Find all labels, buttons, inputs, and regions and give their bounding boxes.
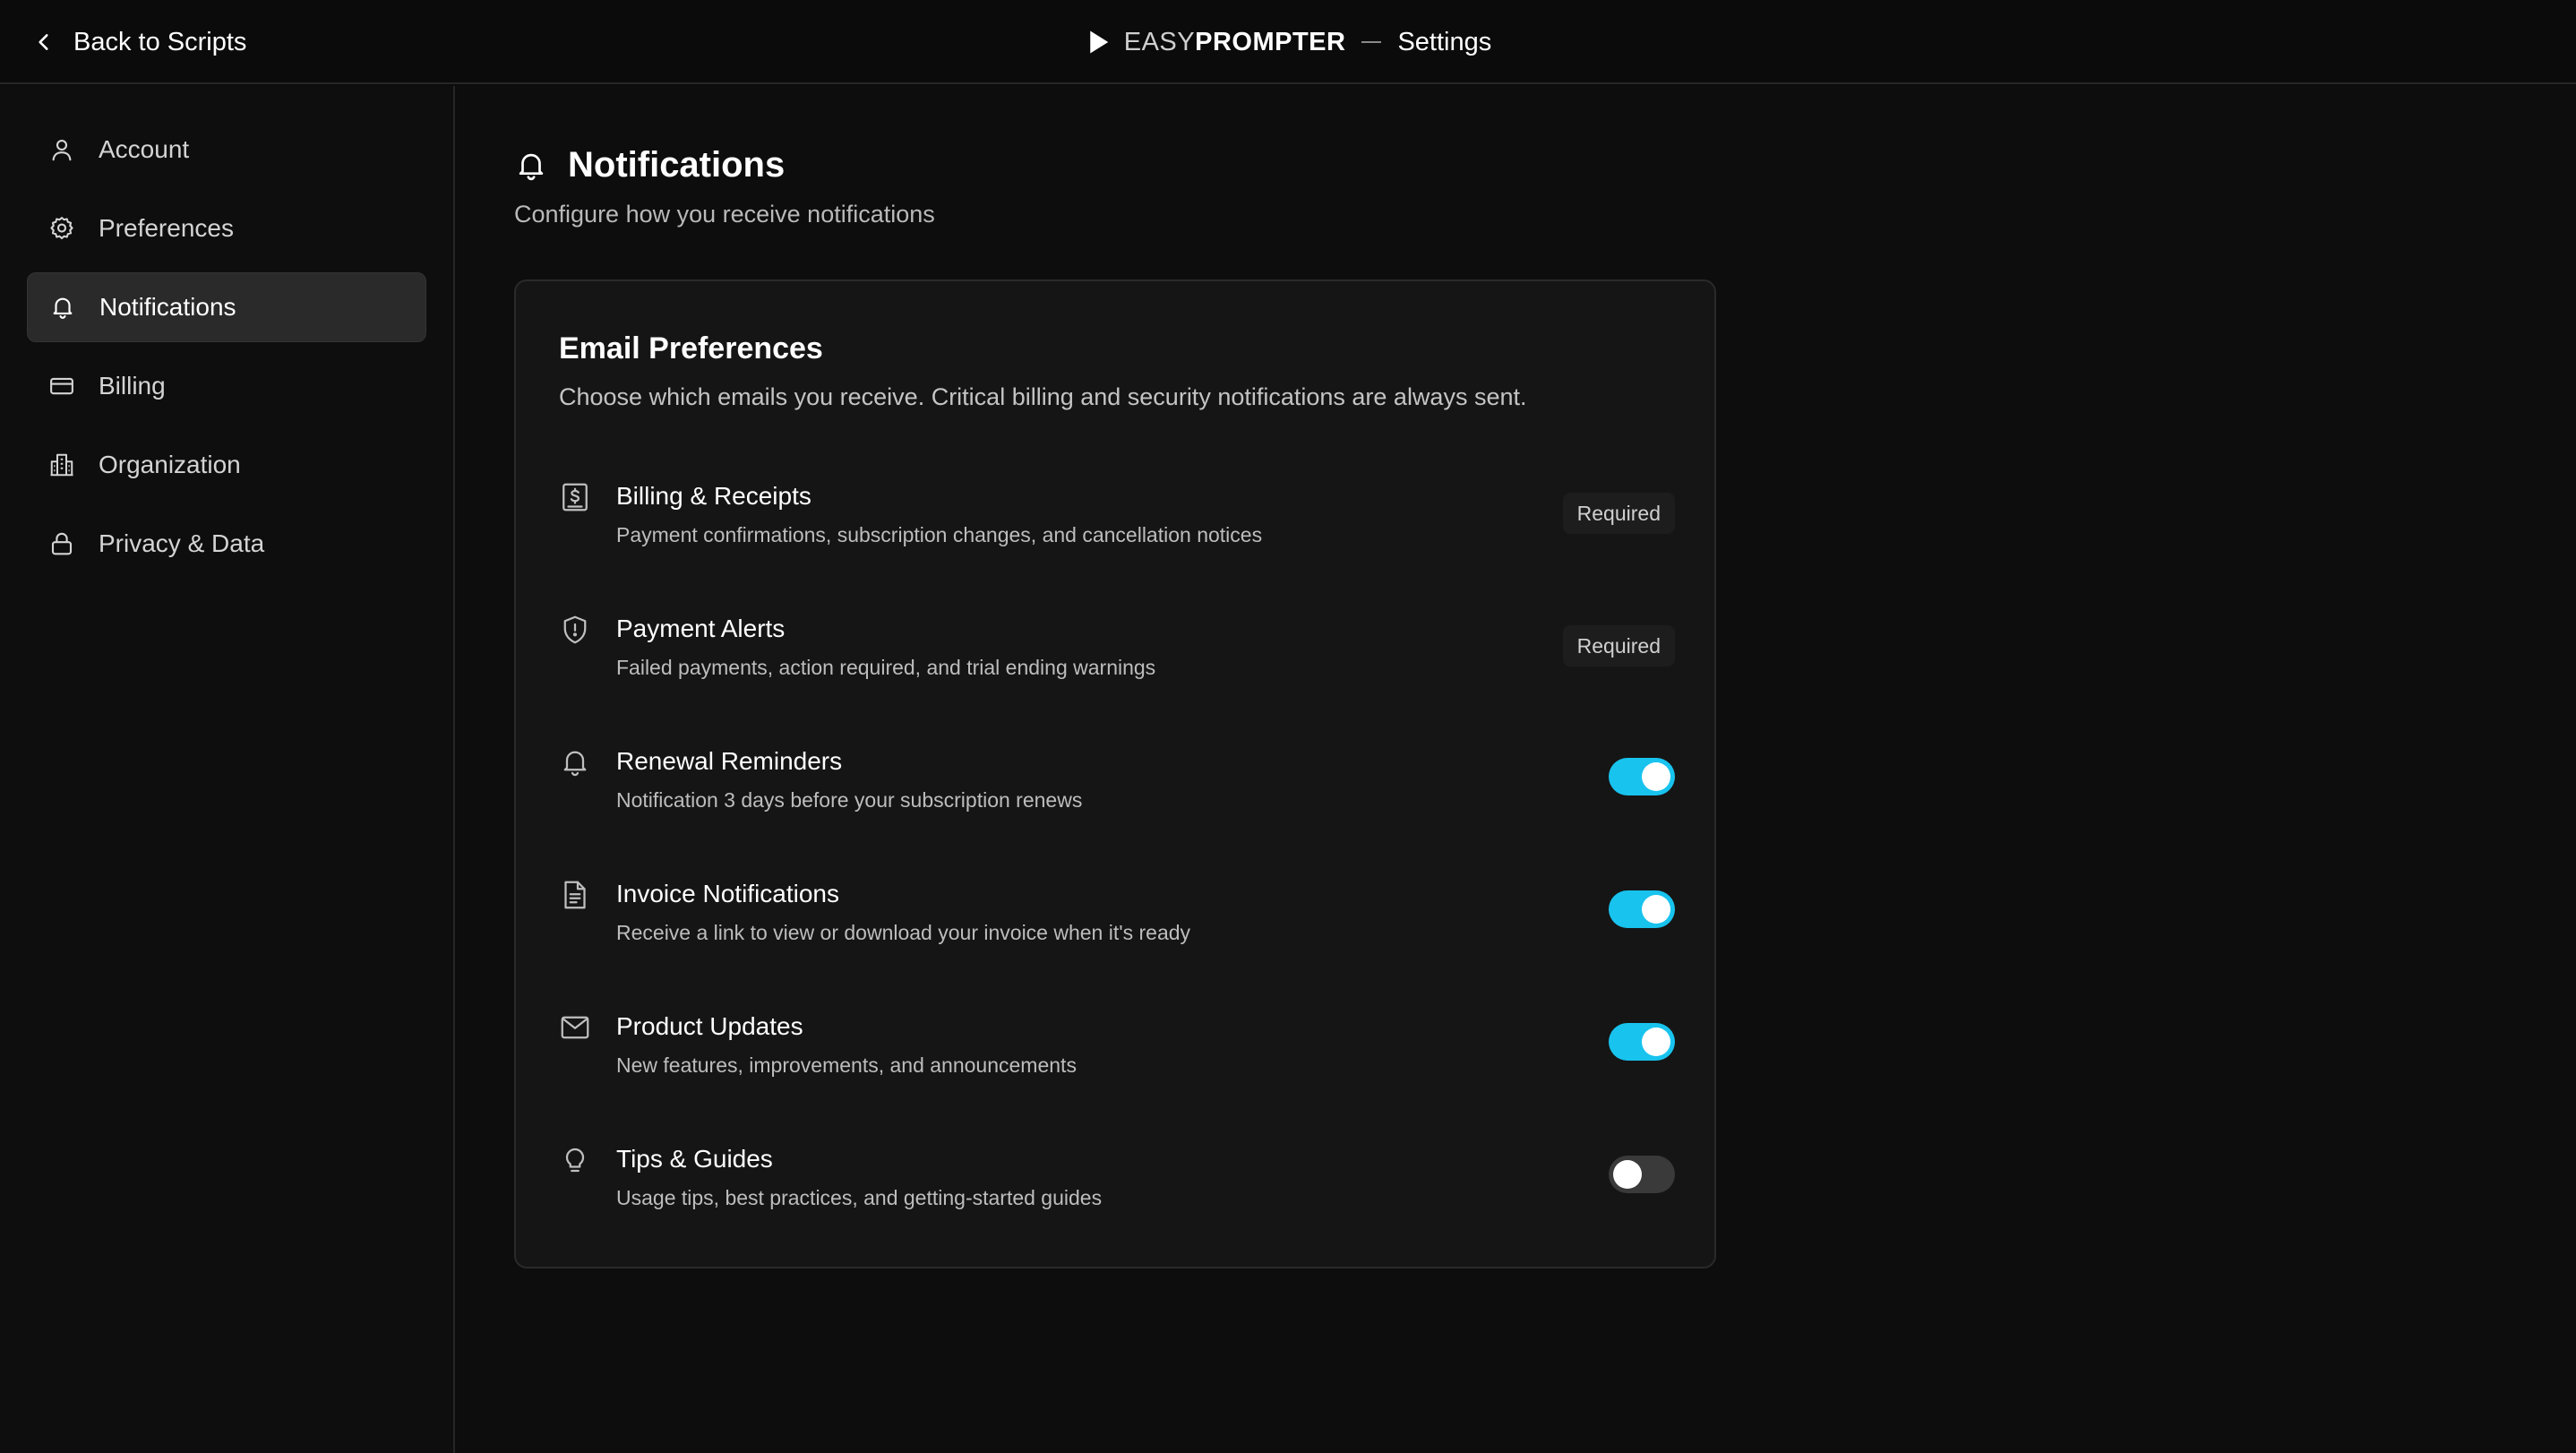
notification-description: Usage tips, best practices, and getting-… — [616, 1186, 1103, 1209]
notification-description: Notification 3 days before your subscrip… — [616, 788, 1083, 812]
credit-card-icon — [50, 377, 73, 395]
notification-row-invoice-notifications: Invoice Notifications Receive a link to … — [559, 871, 1675, 978]
settings-app: Back to Scripts EASY PROMPTER Settings Ac… — [0, 0, 2576, 1453]
invoice-notifications-toggle[interactable] — [1609, 890, 1675, 928]
notification-title: Tips & Guides — [616, 1145, 773, 1173]
mail-icon — [561, 1016, 589, 1039]
notification-description: Receive a link to view or download your … — [616, 921, 1191, 944]
brand-separator — [1361, 41, 1382, 43]
sidebar-item-label: Notifications — [99, 293, 236, 321]
notification-row-tips-guides: Tips & Guides Usage tips, best practices… — [559, 1136, 1675, 1243]
product-updates-toggle[interactable] — [1609, 1023, 1675, 1061]
sidebar-item-label: Privacy & Data — [99, 529, 265, 557]
notification-title: Billing & Receipts — [616, 482, 811, 510]
bell-icon — [519, 153, 544, 180]
sidebar-item-label: Billing — [99, 372, 166, 400]
settings-sidebar: Account Preferences Notifications Billin… — [0, 86, 455, 1453]
tips-guides-toggle[interactable] — [1609, 1156, 1675, 1193]
required-badge: Required — [1562, 493, 1675, 534]
sidebar-item-organization[interactable]: Organization — [27, 430, 426, 500]
sidebar-item-label: Account — [99, 135, 190, 163]
brand-title: EASY PROMPTER Settings — [0, 21, 2576, 63]
sidebar-item-label: Organization — [99, 451, 241, 478]
play-icon — [1089, 30, 1108, 54]
email-preferences-card: Email Preferences Choose which emails yo… — [514, 279, 1716, 1268]
sidebar-item-preferences[interactable]: Preferences — [27, 193, 426, 263]
gear-icon — [50, 217, 73, 240]
page-header: Notifications — [514, 145, 785, 185]
notification-row-billing-receipts: Billing & Receipts Payment confirmations… — [559, 473, 1675, 580]
toggle-knob — [1642, 895, 1670, 924]
page-label: Settings — [1397, 27, 1492, 56]
bell-icon — [563, 751, 587, 777]
toggle-knob — [1642, 1027, 1670, 1056]
receipt-icon — [562, 483, 588, 512]
sidebar-item-privacy[interactable]: Privacy & Data — [27, 509, 426, 579]
bell-icon — [53, 297, 73, 319]
toggle-knob — [1642, 762, 1670, 791]
notification-row-payment-alerts: Payment Alerts Failed payments, action r… — [559, 606, 1675, 713]
card-description: Choose which emails you receive. Critica… — [559, 383, 1527, 410]
top-bar: Back to Scripts EASY PROMPTER Settings — [0, 0, 2576, 84]
renewal-reminders-toggle[interactable] — [1609, 758, 1675, 795]
notification-title: Product Updates — [616, 1012, 803, 1040]
notification-title: Renewal Reminders — [616, 747, 843, 775]
brand-prompter: PROMPTER — [1195, 27, 1346, 56]
sidebar-item-account[interactable]: Account — [27, 115, 426, 185]
lock-icon — [51, 532, 73, 555]
notification-title: Invoice Notifications — [616, 880, 840, 907]
main-content: Notifications Configure how you receive … — [457, 86, 2576, 1453]
notification-title: Payment Alerts — [616, 615, 786, 642]
user-icon — [52, 139, 72, 161]
sidebar-item-notifications[interactable]: Notifications — [27, 272, 426, 342]
brand-easy: EASY — [1123, 27, 1196, 56]
page-subtitle: Configure how you receive notifications — [514, 201, 935, 228]
shield-alert-icon — [563, 615, 587, 644]
file-text-icon — [564, 881, 586, 909]
required-badge: Required — [1562, 625, 1675, 666]
notification-row-product-updates: Product Updates New features, improvemen… — [559, 1003, 1675, 1111]
notification-description: New features, improvements, and announce… — [616, 1053, 1077, 1077]
toggle-knob — [1613, 1160, 1642, 1189]
card-title: Email Preferences — [559, 331, 823, 365]
sidebar-item-billing[interactable]: Billing — [27, 351, 426, 421]
notification-row-renewal-reminders: Renewal Reminders Notification 3 days be… — [559, 738, 1675, 846]
notification-description: Failed payments, action required, and tr… — [616, 656, 1156, 679]
lightbulb-icon — [565, 1148, 585, 1173]
notification-description: Payment confirmations, subscription chan… — [616, 523, 1263, 546]
building-icon — [50, 453, 73, 477]
page-title: Notifications — [568, 145, 786, 185]
sidebar-item-label: Preferences — [99, 214, 234, 242]
